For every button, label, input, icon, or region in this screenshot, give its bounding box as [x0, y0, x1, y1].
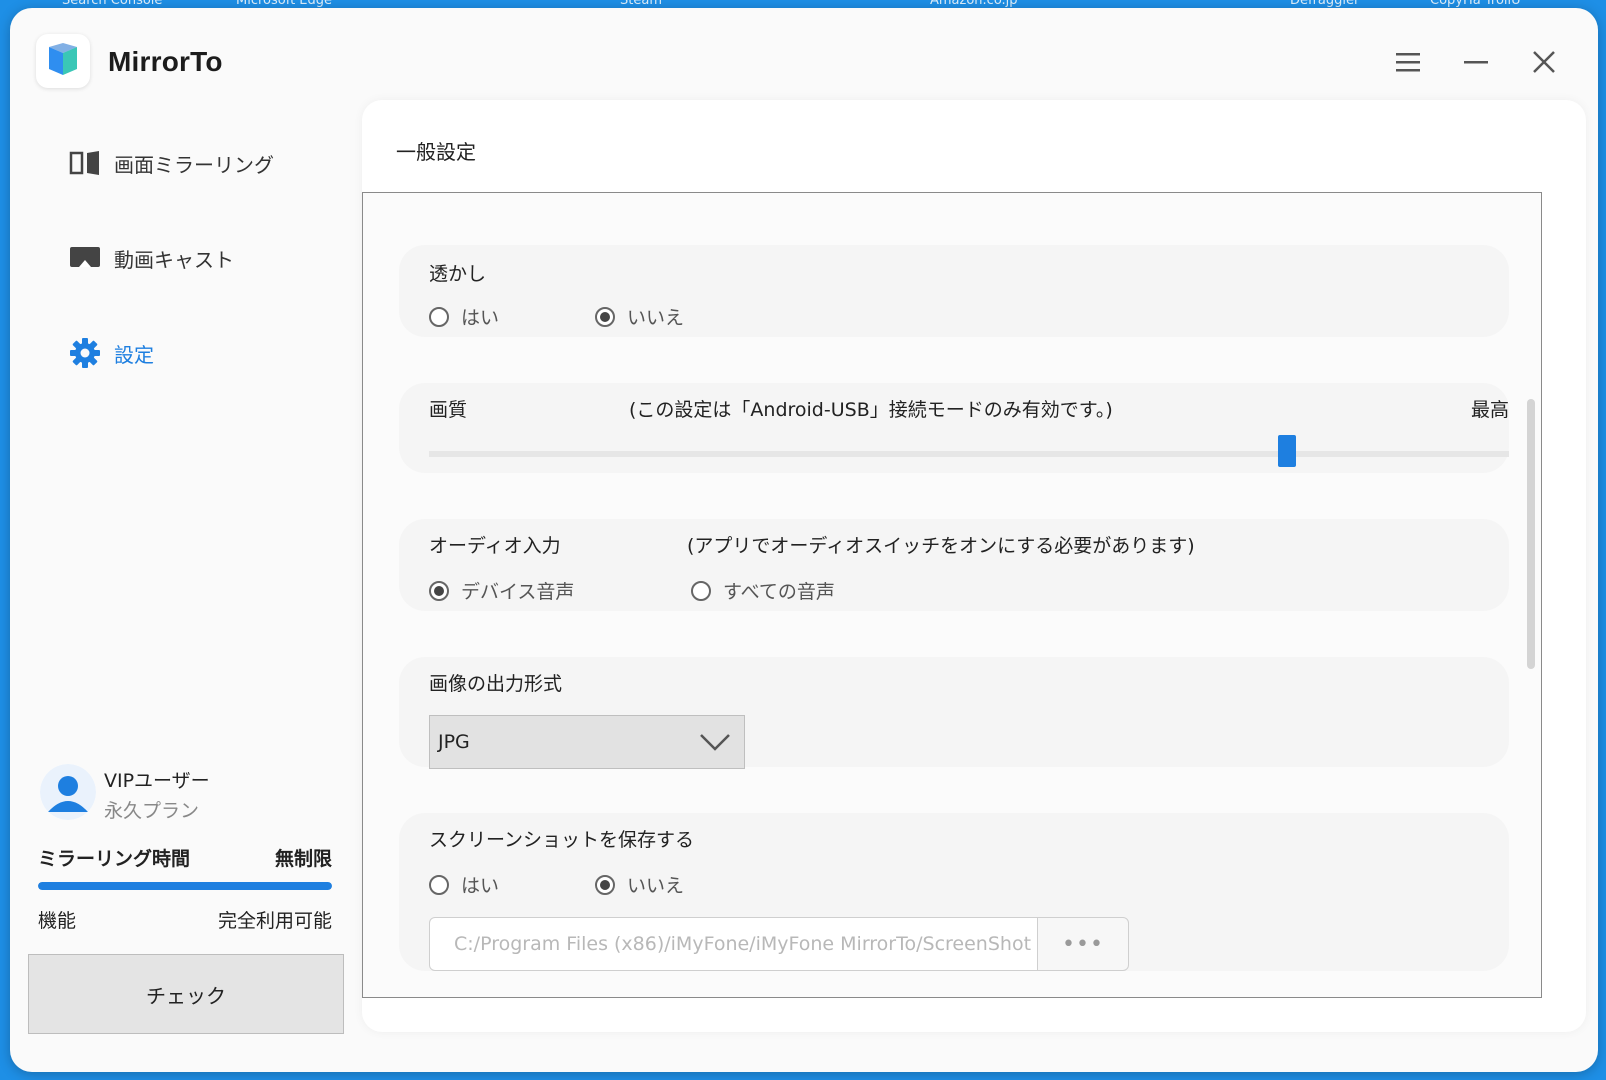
features-value: 完全利用可能	[217, 910, 332, 932]
radio-off-icon	[691, 580, 711, 601]
radio-label: いいえ	[627, 307, 685, 329]
title-bar: MirrorTo	[10, 8, 1598, 108]
image-format-label: 画像の出力形式	[429, 673, 563, 695]
audio-input-setting: オーディオ入力 (アプリでオーディオスイッチをオンにする必要があります) デバイ…	[399, 519, 1509, 611]
screen-mirror-icon	[68, 146, 102, 180]
image-format-setting: 画像の出力形式 JPG	[399, 657, 1509, 769]
mirrorto-logo-icon	[49, 43, 77, 75]
quality-slider[interactable]	[429, 435, 1509, 467]
screenshot-yes-radio[interactable]: はい	[429, 871, 499, 898]
mirror-time-label: ミラーリング時間	[38, 848, 191, 870]
watermark-setting: 透かし はい いいえ	[399, 245, 1509, 337]
quality-setting: 画質 (この設定は「Android-USB」接続モードのみ有効です。) 最高	[399, 383, 1509, 473]
gear-icon	[68, 336, 102, 370]
scrollbar[interactable]	[1527, 193, 1539, 997]
features-label: 機能	[38, 910, 77, 932]
audio-input-label: オーディオ入力	[429, 535, 561, 557]
close-button[interactable]	[1526, 44, 1562, 80]
radio-label: いいえ	[627, 875, 685, 897]
desktop-label: Amazon.co.jp	[930, 0, 1018, 8]
video-cast-icon	[68, 241, 102, 275]
sidebar-item-screen-mirroring[interactable]: 画面ミラーリング	[68, 143, 274, 183]
avatar	[40, 764, 96, 820]
screenshot-no-radio[interactable]: いいえ	[595, 871, 684, 898]
audio-all-radio[interactable]: すべての音声	[691, 577, 835, 604]
image-format-select[interactable]: JPG	[429, 715, 745, 769]
menu-button[interactable]	[1390, 44, 1426, 80]
mirror-time-progress	[38, 882, 332, 890]
sidebar: 画面ミラーリング 動画キャスト 設定 VIPユーザー 永久プラン ミラーリング時…	[10, 108, 360, 1072]
app-logo	[36, 34, 90, 88]
radio-off-icon	[429, 306, 449, 327]
minimize-icon	[1464, 61, 1488, 64]
screenshot-save-setting: スクリーンショットを保存する はい いいえ •••	[399, 813, 1509, 971]
scrollbar-thumb[interactable]	[1527, 399, 1535, 669]
desktop-label: CopyHa TrollU	[1430, 0, 1521, 8]
quality-slider-handle[interactable]	[1277, 435, 1296, 467]
radio-off-icon	[429, 874, 449, 895]
user-plan: 永久プラン	[104, 800, 200, 822]
sidebar-item-video-cast[interactable]: 動画キャスト	[68, 238, 234, 278]
screenshot-save-label: スクリーンショットを保存する	[429, 829, 695, 851]
mirror-time-value: 無制限	[274, 848, 332, 870]
sidebar-item-label: 画面ミラーリング	[114, 152, 274, 177]
desktop-label: Defraggler	[1290, 0, 1360, 8]
chevron-down-icon	[700, 734, 730, 751]
quality-note: (この設定は「Android-USB」接続モードのみ有効です。)	[629, 399, 1113, 421]
radio-on-icon	[595, 874, 615, 895]
check-button[interactable]: チェック	[28, 954, 344, 1034]
watermark-label: 透かし	[429, 263, 487, 285]
close-icon	[1533, 51, 1555, 73]
sidebar-item-settings[interactable]: 設定	[68, 333, 154, 373]
sidebar-item-label: 設定	[114, 342, 154, 367]
radio-label: デバイス音声	[461, 581, 575, 603]
settings-scroll-area[interactable]: 透かし はい いいえ 画質 (この設定は「Android-USB」接続モードのみ…	[362, 192, 1542, 998]
desktop-label: Microsoft Edge	[236, 0, 333, 8]
radio-label: すべての音声	[723, 581, 835, 603]
radio-label: はい	[461, 307, 500, 329]
radio-on-icon	[595, 306, 615, 327]
watermark-no-radio[interactable]: いいえ	[595, 303, 684, 330]
sidebar-item-label: 動画キャスト	[114, 247, 234, 272]
section-title: 一般設定	[396, 140, 476, 164]
radio-on-icon	[429, 580, 449, 601]
audio-input-note: (アプリでオーディオスイッチをオンにする必要があります)	[687, 535, 1195, 557]
app-window: MirrorTo 画面ミラーリング 動画キャスト 設定 VIPユーザー 永久プラ…	[10, 8, 1598, 1072]
mirror-time-progress-fill	[38, 882, 332, 890]
user-avatar-icon	[40, 764, 96, 820]
menu-icon	[1396, 53, 1420, 72]
quality-label: 画質	[429, 399, 468, 421]
app-title: MirrorTo	[108, 46, 223, 77]
watermark-yes-radio[interactable]: はい	[429, 303, 499, 330]
desktop-label: Steam	[620, 0, 662, 8]
settings-panel: 一般設定 透かし はい いいえ 画質 (この設定は「Android-USB」接続…	[362, 100, 1586, 1032]
audio-device-radio[interactable]: デバイス音声	[429, 577, 574, 604]
user-name: VIPユーザー	[104, 770, 210, 792]
screenshot-path-input[interactable]	[429, 917, 1039, 971]
minimize-button[interactable]	[1458, 44, 1494, 80]
quality-max-label: 最高	[1470, 399, 1509, 421]
image-format-value: JPG	[438, 731, 470, 753]
radio-label: はい	[461, 875, 500, 897]
desktop-label: Search Console	[62, 0, 163, 8]
browse-button[interactable]: •••	[1037, 917, 1129, 971]
